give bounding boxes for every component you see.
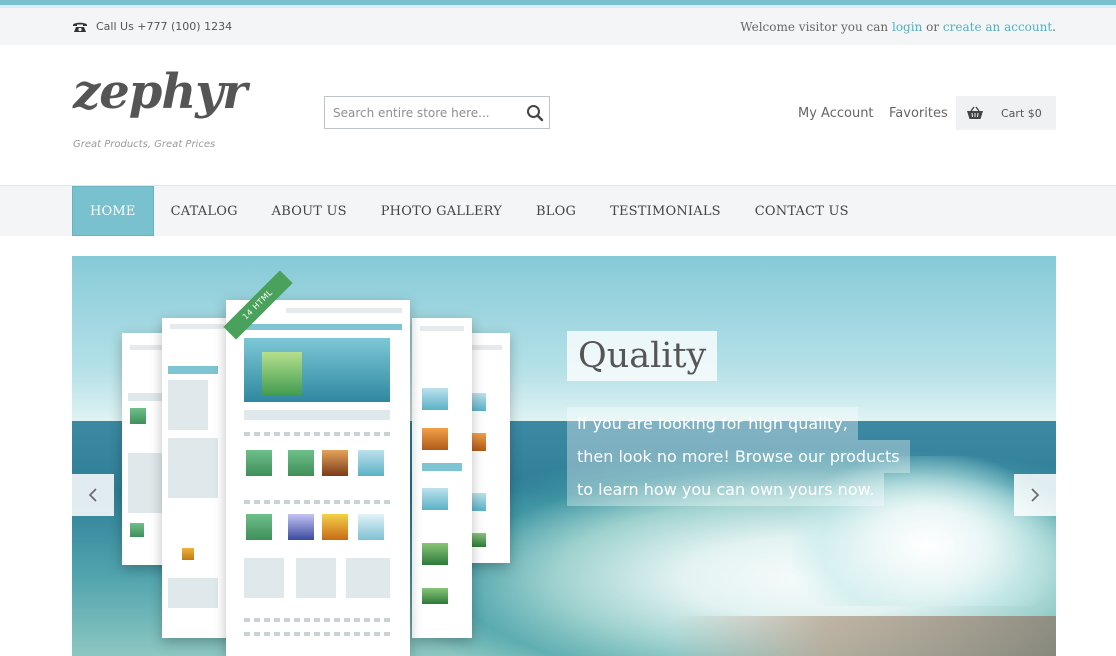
main-nav-bar: HOME CATALOG ABOUT US PHOTO GALLERY BLOG… <box>0 185 1116 236</box>
favorites-link[interactable]: Favorites <box>889 96 948 130</box>
nav-item-catalog[interactable]: CATALOG <box>154 186 255 236</box>
cart-button[interactable]: Cart $0 <box>956 96 1056 130</box>
chevron-right-icon <box>1031 488 1040 502</box>
welcome-message: Welcome visitor you can login or create … <box>740 8 1056 45</box>
template-mockup-right <box>412 318 472 638</box>
slider-prev-button[interactable] <box>72 474 114 516</box>
nav-item-about-us[interactable]: ABOUT US <box>255 186 364 236</box>
phone-text: Call Us +777 (100) 1234 <box>96 20 233 33</box>
template-mockup-front <box>226 300 410 656</box>
search-icon[interactable] <box>525 103 545 123</box>
hero-slider: 14 HTML Quality If you are looking for h… <box>72 256 1056 656</box>
slide-text-line-1: If you are looking for high quality, <box>567 407 858 440</box>
nav-item-contact-us[interactable]: CONTACT US <box>738 186 866 236</box>
slide-title: Quality <box>567 331 718 381</box>
create-account-link[interactable]: create an account <box>943 20 1052 34</box>
or-text: or <box>926 19 940 34</box>
tagline: Great Products, Great Prices <box>73 139 216 150</box>
login-link[interactable]: login <box>892 20 922 34</box>
cart-label: Cart $0 <box>1001 106 1042 120</box>
chevron-left-icon <box>88 488 97 502</box>
search-box <box>324 96 550 129</box>
nav-item-testimonials[interactable]: TESTIMONIALS <box>593 186 738 236</box>
top-accent-stripe <box>0 0 1116 8</box>
main-nav: HOME CATALOG ABOUT US PHOTO GALLERY BLOG… <box>72 186 866 236</box>
slide-text-line-3: to learn how you can own yours now. <box>567 473 885 506</box>
phone-icon <box>73 22 87 32</box>
nav-item-home[interactable]: HOME <box>72 186 154 236</box>
logo[interactable]: zephyr <box>73 68 247 116</box>
phone-info: Call Us +777 (100) 1234 <box>72 8 232 45</box>
search-input[interactable] <box>325 97 531 128</box>
slide-text-line-2: then look no more! Browse our products <box>567 440 910 473</box>
template-mockup-left <box>162 318 232 638</box>
top-bar: Call Us +777 (100) 1234 Welcome visitor … <box>0 8 1116 45</box>
nav-item-photo-gallery[interactable]: PHOTO GALLERY <box>364 186 519 236</box>
slider-next-button[interactable] <box>1014 474 1056 516</box>
welcome-text: Welcome visitor you can <box>740 19 889 34</box>
my-account-link[interactable]: My Account <box>798 96 874 130</box>
nav-item-blog[interactable]: BLOG <box>519 186 593 236</box>
slider-shore <box>672 616 1056 656</box>
period-text: . <box>1052 19 1056 34</box>
basket-icon <box>967 106 983 119</box>
